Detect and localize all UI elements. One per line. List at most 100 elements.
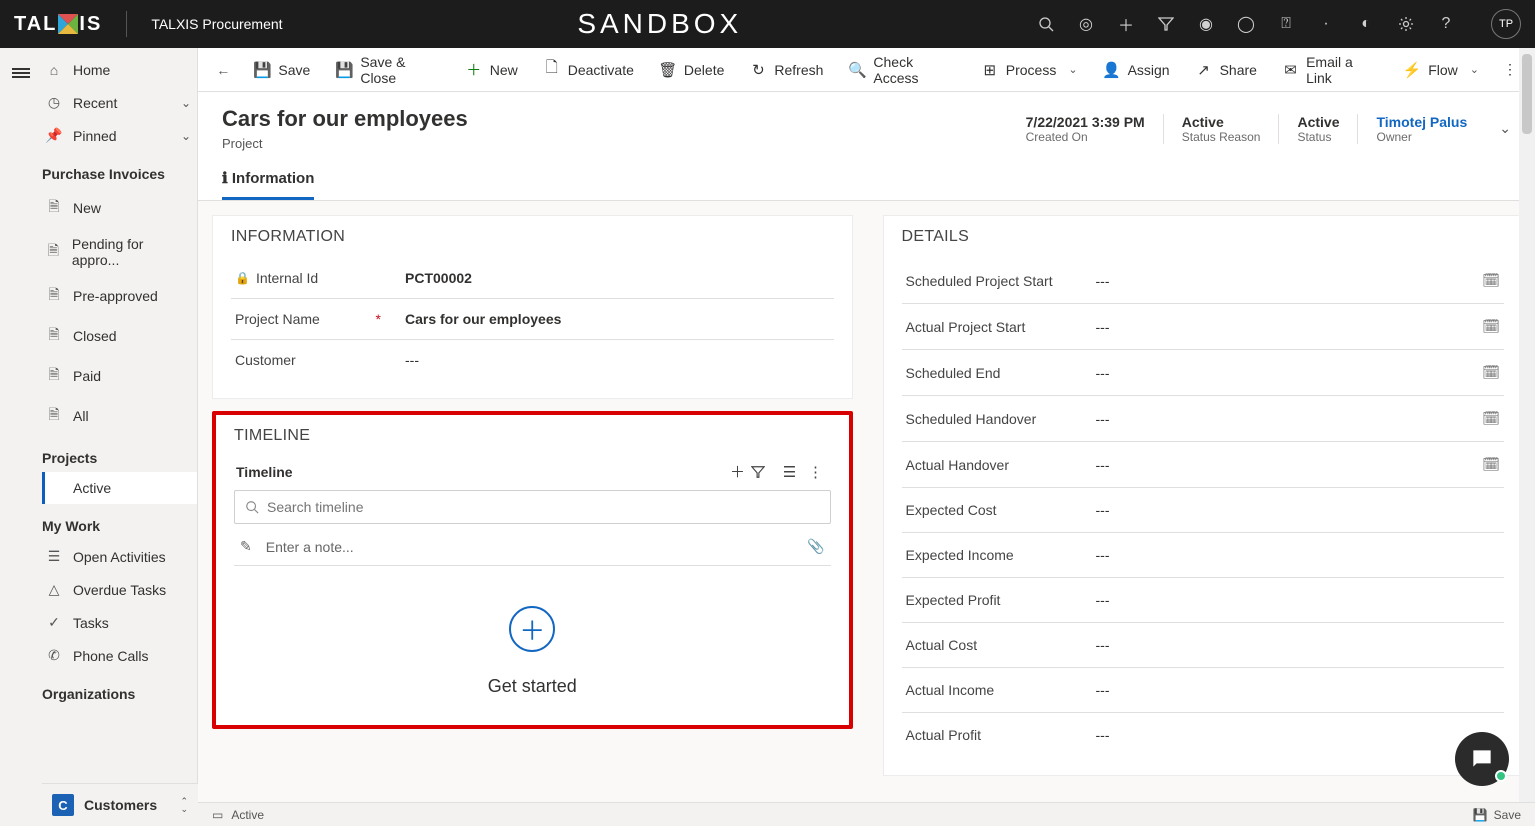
get-started-button[interactable]: ＋ [509,606,555,652]
cmd-assign[interactable]: 👤Assign [1094,56,1180,84]
check-icon: ✓ [45,614,63,631]
timeline-add-button[interactable]: ＋ [725,461,751,482]
cmd-save-close[interactable]: 💾Save & Close [326,48,449,92]
nav-label: Home [73,62,110,78]
nav-label: New [73,200,101,216]
cmd-new[interactable]: ＋New [456,56,528,84]
search-icon [245,500,259,514]
calendar-icon[interactable]: 🗓 [1482,410,1500,427]
chat-fab[interactable] [1455,732,1509,786]
field-actual-profit[interactable]: Actual Profit--- [902,713,1505,757]
chevron-down-icon: ⌄ [1068,63,1077,76]
timeline-filter-button[interactable] [751,465,777,479]
sidebar-item-phone[interactable]: ✆Phone Calls [42,639,197,672]
expand-header-button[interactable]: ⌄ [1499,120,1511,137]
cmd-save[interactable]: 💾Save [244,56,320,84]
timeline-overflow-button[interactable]: ⋮ [803,463,829,481]
chevron-down-icon: ⌄ [181,96,191,110]
talxis-logo: TAL IS [14,13,102,36]
cmd-deactivate[interactable]: 🗋Deactivate [534,56,644,84]
timeline-search[interactable] [234,490,831,524]
sidebar-item-recent[interactable]: ◷Recent⌄ [42,86,197,119]
timeline-search-input[interactable] [267,499,820,515]
field-project-name[interactable]: Project Name* Cars for our employees [231,299,834,340]
plus-icon[interactable]: ＋ [1117,15,1135,33]
statusbar-save[interactable]: Save [1494,808,1521,822]
timeline-sort-button[interactable]: ☰ [777,463,803,481]
vertical-scrollbar[interactable] [1519,48,1535,802]
settings-icon[interactable] [1397,15,1415,33]
cmd-email[interactable]: ✉ Email a Link [1273,48,1388,92]
help-icon[interactable]: ? [1437,15,1455,33]
field-expected-income[interactable]: Expected Income--- [902,533,1505,578]
cmd-share[interactable]: ↗Share [1186,56,1267,84]
field-value: --- [1086,411,1483,427]
cmd-refresh[interactable]: ↻Refresh [740,56,833,84]
cmd-flow[interactable]: ⚡Flow⌄ [1394,56,1489,84]
search-icon[interactable] [1037,15,1055,33]
cmd-check-access[interactable]: 🔍Check Access [839,48,965,92]
cmd-delete[interactable]: 🗑Delete [650,56,734,84]
globe-icon[interactable]: ◉ [1197,15,1215,33]
calendar-icon[interactable]: 🗓 [1482,318,1500,335]
calendar-icon[interactable]: 🗓 [1482,272,1500,289]
sidebar-item-closed[interactable]: 🗎 Closed [42,316,197,356]
back-button[interactable]: ← [208,54,238,86]
field-actual-cost[interactable]: Actual Cost--- [902,623,1505,668]
section-header: INFORMATION [231,228,834,246]
cmd-label: Process [1006,62,1057,78]
cmd-label: Email a Link [1306,54,1378,86]
sidebar-item-preapproved[interactable]: 🗎Pre-approved [42,276,197,316]
calendar-icon[interactable]: 🗓 [1482,456,1500,473]
field-sched-end[interactable]: Scheduled End---🗓 [902,350,1505,396]
assist-icon[interactable]: ◐ [1357,15,1375,33]
field-customer[interactable]: Customer --- [231,340,834,380]
sidebar-item-home[interactable]: ⌂Home [42,54,197,86]
user-avatar[interactable]: TP [1491,9,1521,39]
nav-label: Active [73,480,111,496]
person-add-icon[interactable]: ⍰ [1277,15,1295,33]
cmd-label: Refresh [774,62,823,78]
sidebar-item-tasks[interactable]: ✓Tasks [42,606,197,639]
clipboard-icon: 🗎 [45,324,63,348]
attachment-icon[interactable]: 📎 [807,538,824,555]
phone-icon: ✆ [45,647,63,664]
task-icon[interactable]: ◎ [1077,15,1095,33]
app-switcher-label: Customers [84,797,170,813]
filter-icon[interactable] [1157,15,1175,33]
field-sched-start[interactable]: Scheduled Project Start---🗓 [902,258,1505,304]
scrollbar-thumb[interactable] [1522,54,1532,134]
calendar-icon[interactable]: 🗓 [1482,364,1500,381]
sparkle-icon[interactable]: · [1317,15,1335,33]
logo-mark-icon [58,14,78,34]
timeline-note-input-row[interactable]: ✎ Enter a note... 📎 [234,524,831,566]
field-label: Internal Id [256,270,318,286]
field-expected-profit[interactable]: Expected Profit--- [902,578,1505,623]
stat-owner[interactable]: Timotej Palus Owner [1357,114,1485,144]
field-actual-start[interactable]: Actual Project Start---🗓 [902,304,1505,350]
warning-icon: △ [45,581,63,598]
tab-information[interactable]: ℹ Information [222,163,314,200]
sidebar-item-overdue[interactable]: △Overdue Tasks [42,573,197,606]
hamburger-icon[interactable] [12,66,30,80]
sidebar-item-open-activities[interactable]: ☰Open Activities [42,540,197,573]
field-actual-handover[interactable]: Actual Handover---🗓 [902,442,1505,488]
collapse-rail [0,48,42,826]
sidebar-item-active[interactable]: •Active [42,472,197,504]
sidebar-item-pinned[interactable]: 📌Pinned⌄ [42,119,197,152]
field-actual-income[interactable]: Actual Income--- [902,668,1505,713]
timeline-section: TIMELINE Timeline ＋ ☰ ⋮ ✎ [212,411,853,729]
field-expected-cost[interactable]: Expected Cost--- [902,488,1505,533]
sidebar-item-new[interactable]: 🗎New [42,188,197,228]
nav-label: Closed [73,328,117,344]
nav-group-organizations: Organizations [42,672,197,708]
sidebar-item-all[interactable]: 🗎All [42,396,197,436]
account-icon[interactable]: ◯ [1237,15,1255,33]
field-sched-handover[interactable]: Scheduled Handover---🗓 [902,396,1505,442]
app-switcher[interactable]: C Customers ⌃⌄ [42,783,198,826]
mail-icon: ✉ [1283,62,1298,78]
cmd-process[interactable]: ⊞Process⌄ [972,56,1088,84]
field-value: --- [1086,592,1501,608]
sidebar-item-paid[interactable]: 🗎Paid [42,356,197,396]
sidebar-item-pending[interactable]: 🗎Pending for appro... [42,228,197,276]
